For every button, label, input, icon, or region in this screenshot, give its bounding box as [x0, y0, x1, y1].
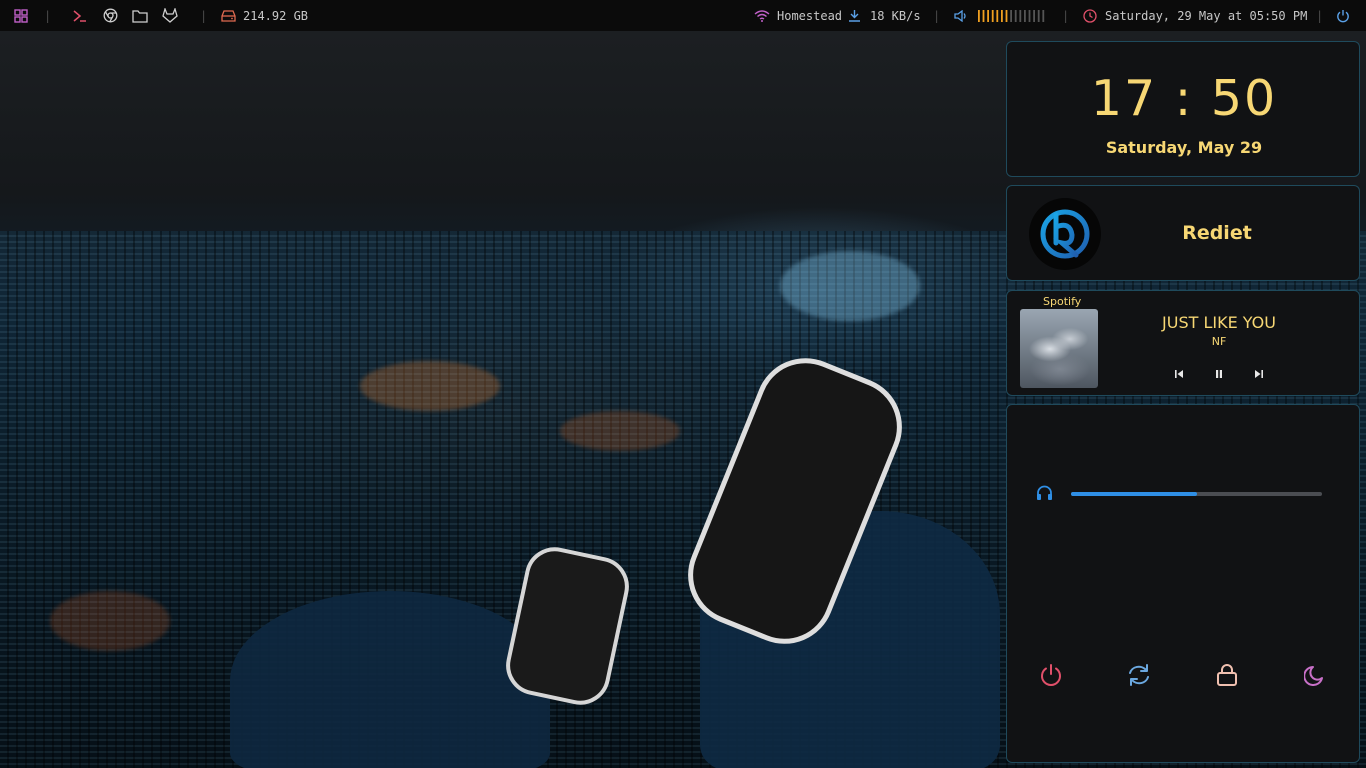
- leg-left: [230, 591, 550, 768]
- power-menu-icon[interactable]: [1336, 0, 1350, 31]
- volume-tick: [1005, 9, 1008, 22]
- volume-tick: [987, 9, 989, 22]
- refresh-icon: [1129, 664, 1149, 686]
- clock-icon: [1083, 0, 1097, 31]
- separator: |: [1062, 8, 1070, 23]
- clock-time: 17 : 50: [1090, 70, 1278, 127]
- skip-next-icon: [1255, 370, 1263, 378]
- separator: |: [933, 8, 941, 23]
- separator: |: [200, 8, 208, 23]
- volume-tick: [1024, 9, 1026, 22]
- power-icon: [1041, 664, 1061, 686]
- profile-name: Rediet: [1182, 222, 1252, 244]
- volume-tick: [996, 9, 999, 22]
- volume-tick: [1033, 9, 1035, 22]
- next-track-button[interactable]: [1252, 367, 1266, 381]
- album-art: [1020, 309, 1098, 388]
- volume-bar[interactable]: [978, 0, 1046, 31]
- track-title: JUST LIKE YOU: [1162, 313, 1276, 332]
- previous-track-button[interactable]: [1172, 367, 1186, 381]
- volume-slider[interactable]: [1071, 492, 1322, 496]
- profile-widget: Rediet: [1006, 185, 1360, 281]
- lock-button[interactable]: [1212, 660, 1242, 690]
- app-grid-icon[interactable]: [14, 0, 28, 31]
- shutdown-button[interactable]: [1036, 660, 1066, 690]
- pause-button[interactable]: [1212, 367, 1226, 381]
- volume-tick: [982, 9, 985, 22]
- network-name: Homestead: [777, 8, 843, 23]
- folder-icon[interactable]: [132, 0, 148, 31]
- clock-widget: 17 : 50 Saturday, May 29: [1006, 41, 1360, 177]
- music-widget: Spotify JUST LIKE YOU NF: [1006, 290, 1360, 396]
- download-icon: [848, 0, 861, 31]
- top-panel: | | 214.92 GB Homestead 18 KB/s | | Satu…: [0, 0, 1366, 31]
- volume-tick: [1014, 9, 1017, 22]
- terminal-icon[interactable]: [73, 0, 87, 31]
- volume-tick: [991, 9, 994, 22]
- moon-icon: [1304, 666, 1323, 686]
- pause-icon: [1216, 370, 1222, 378]
- track-artist: NF: [1211, 335, 1227, 348]
- volume-tick: [1010, 9, 1012, 22]
- volume-tick: [1042, 9, 1045, 22]
- volume-slider-fill: [1071, 492, 1197, 496]
- volume-tick: [1028, 9, 1031, 22]
- volume-tick: [978, 9, 980, 22]
- disk-icon: [221, 0, 236, 31]
- volume-tick: [1019, 9, 1022, 22]
- network-speed: 18 KB/s: [870, 8, 921, 23]
- music-app-name: Spotify: [1043, 295, 1082, 308]
- separator: |: [44, 8, 52, 23]
- volume-icon[interactable]: [954, 0, 968, 31]
- sleep-button[interactable]: [1300, 660, 1330, 690]
- avatar-logo-icon: [1040, 209, 1090, 259]
- chrome-icon[interactable]: [103, 0, 118, 31]
- lock-icon: [1217, 664, 1237, 686]
- volume-tick: [1037, 9, 1040, 22]
- volume-tick: [1001, 9, 1003, 22]
- disk-usage-text: 214.92 GB: [243, 8, 309, 23]
- separator: |: [1316, 8, 1324, 23]
- gitlab-icon[interactable]: [162, 0, 178, 31]
- reboot-button[interactable]: [1124, 660, 1154, 690]
- control-widget: [1006, 404, 1360, 763]
- clock-date: Saturday, May 29: [1105, 138, 1263, 157]
- headphones-icon: [1036, 485, 1053, 505]
- avatar: [1029, 198, 1101, 270]
- datetime-text[interactable]: Saturday, 29 May at 05:50 PM: [1105, 0, 1307, 31]
- skip-previous-icon: [1175, 370, 1183, 378]
- wifi-icon[interactable]: [754, 0, 770, 31]
